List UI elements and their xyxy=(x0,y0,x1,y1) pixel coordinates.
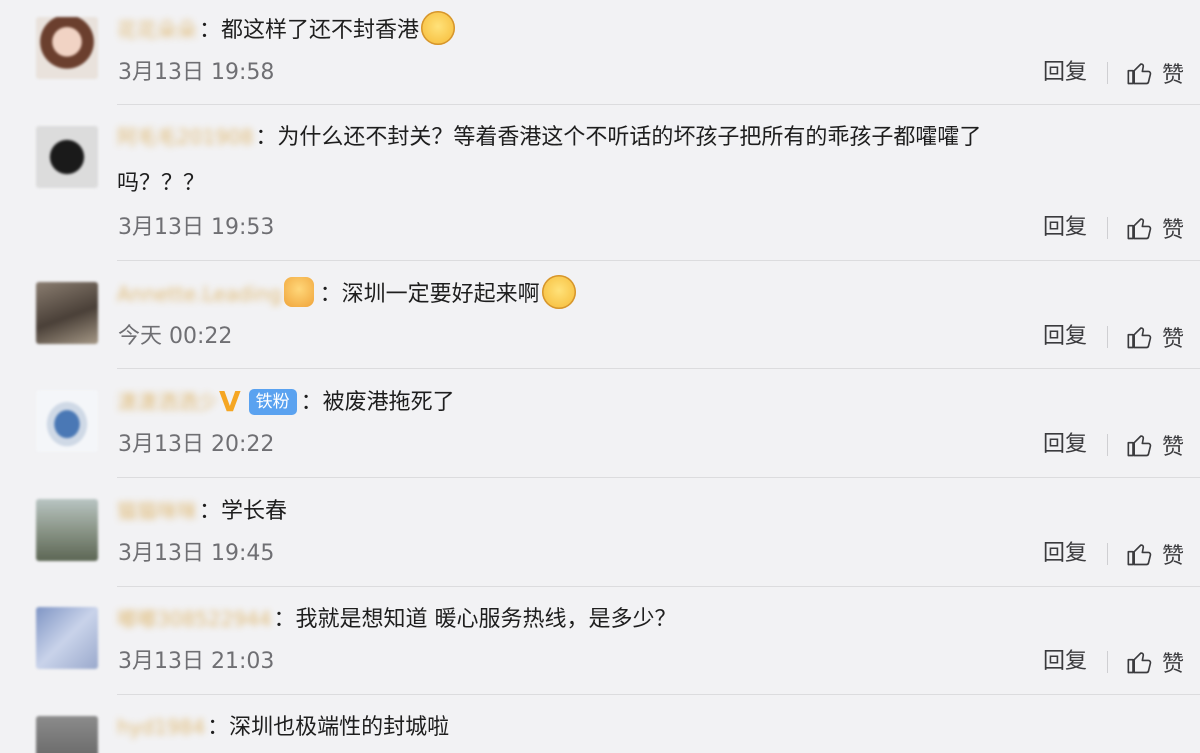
verified-v-icon: V xyxy=(219,385,241,418)
username[interactable]: 阿毛毛201908 xyxy=(117,115,253,159)
reply-button[interactable]: 回复 xyxy=(1043,213,1087,243)
thumbs-up-icon xyxy=(1127,652,1152,674)
comment-text: ：深圳一定要好起来啊 xyxy=(319,282,540,307)
like-label: 赞 xyxy=(1161,652,1184,677)
like-button[interactable]: 赞 xyxy=(1126,429,1184,461)
comment-divider xyxy=(117,368,1200,369)
fan-badge: 铁粉 xyxy=(248,389,297,415)
comment-text: ：深圳也极端性的封城啦 xyxy=(207,715,450,740)
avatar[interactable] xyxy=(36,17,98,79)
username[interactable]: 潇潇洒洒少 xyxy=(117,380,217,424)
action-divider xyxy=(1106,651,1108,673)
username[interactable]: hyd1984 xyxy=(117,705,205,749)
thumbs-up-icon xyxy=(1127,63,1152,85)
comment-text: ：为什么还不封关？等着香港这个不听话的坏孩子把所有的乖孩子都嚯嚯了 xyxy=(255,125,982,150)
avatar[interactable] xyxy=(36,716,98,753)
avatar[interactable] xyxy=(36,499,98,561)
reply-button[interactable]: 回复 xyxy=(1043,647,1087,677)
action-divider xyxy=(1106,62,1108,84)
comment-text: ：我就是想知道 暖心服务热线，是多少？ xyxy=(273,607,677,632)
thumbs-up-icon xyxy=(1127,218,1152,240)
comment-text-line2: 吗？？？ xyxy=(117,171,206,196)
reply-button[interactable]: 回复 xyxy=(1043,430,1087,460)
action-divider xyxy=(1106,217,1108,239)
thumbs-up-icon xyxy=(1127,435,1152,457)
avatar[interactable] xyxy=(36,607,98,669)
comment-content: Annette.Leading ：深圳一定要好起来啊 xyxy=(117,272,1157,317)
comment-divider xyxy=(117,477,1200,478)
reply-button[interactable]: 回复 xyxy=(1043,322,1087,352)
like-button[interactable]: 赞 xyxy=(1126,212,1184,244)
comment-actions: 回复 赞 xyxy=(1043,213,1184,243)
comment-content: 花花朵朵：都这样了还不封香港 xyxy=(117,8,1157,53)
action-divider xyxy=(1106,543,1108,565)
like-label: 赞 xyxy=(1161,435,1184,460)
like-label: 赞 xyxy=(1161,327,1184,352)
comment-content: hyd1984：深圳也极端性的封城啦 xyxy=(117,705,1157,750)
thumbs-up-icon xyxy=(1127,327,1152,349)
timestamp: 3月13日 19:45 xyxy=(118,541,275,566)
comment-actions: 回复 赞 xyxy=(1043,430,1184,460)
comment-actions: 回复 赞 xyxy=(1043,539,1184,569)
username[interactable]: 花花朵朵 xyxy=(117,8,197,52)
comment-divider xyxy=(117,260,1200,261)
username[interactable]: Annette.Leading xyxy=(117,272,282,316)
action-divider xyxy=(1106,326,1108,348)
comment-actions: 回复 赞 xyxy=(1043,322,1184,352)
timestamp: 3月13日 19:53 xyxy=(118,215,275,240)
reply-button[interactable]: 回复 xyxy=(1043,58,1087,88)
timestamp: 3月13日 19:58 xyxy=(118,60,275,85)
username[interactable]: 嘟嘟308522944 xyxy=(117,597,272,641)
avatar[interactable] xyxy=(36,126,98,188)
username[interactable]: 猫猫咪咪 xyxy=(117,489,197,533)
sleepy-face-emoji-icon xyxy=(421,11,456,45)
comment-actions: 回复 赞 xyxy=(1043,647,1184,677)
action-divider xyxy=(1106,434,1108,456)
like-label: 赞 xyxy=(1161,63,1184,88)
avatar[interactable] xyxy=(36,282,98,344)
comment-content: 猫猫咪咪：学长春 xyxy=(117,489,1157,534)
comment-text: ：学长春 xyxy=(199,499,288,524)
comment-text: ：都这样了还不封香港 xyxy=(199,18,420,43)
comment-divider xyxy=(117,104,1200,105)
comment-text: ：被废港拖死了 xyxy=(300,390,455,415)
reply-button[interactable]: 回复 xyxy=(1043,539,1087,569)
like-button[interactable]: 赞 xyxy=(1126,57,1184,89)
timestamp: 3月13日 21:03 xyxy=(118,649,275,674)
comment-content-continued: 吗？？？ xyxy=(117,162,1157,206)
crying-face-emoji-icon xyxy=(541,275,576,309)
comment-divider xyxy=(117,694,1200,695)
like-button[interactable]: 赞 xyxy=(1126,538,1184,570)
comment-actions: 回复 赞 xyxy=(1043,58,1184,88)
comment-content: 潇潇洒洒少V 铁粉 ：被废港拖死了 xyxy=(117,380,1157,425)
timestamp: 3月13日 20:22 xyxy=(118,432,275,457)
comment-content: 阿毛毛201908：为什么还不封关？等着香港这个不听话的坏孩子把所有的乖孩子都嚯… xyxy=(117,115,1157,160)
comment-divider xyxy=(117,586,1200,587)
timestamp: 今天 00:22 xyxy=(118,324,233,349)
like-button[interactable]: 赞 xyxy=(1126,646,1184,678)
like-button[interactable]: 赞 xyxy=(1126,321,1184,353)
comment-feed: 花花朵朵：都这样了还不封香港 3月13日 19:58 回复 赞 阿毛毛20190… xyxy=(0,0,1200,753)
like-label: 赞 xyxy=(1161,218,1184,243)
comment-content: 嘟嘟308522944：我就是想知道 暖心服务热线，是多少？ xyxy=(117,597,1157,642)
heart-badge-icon xyxy=(283,277,314,307)
like-label: 赞 xyxy=(1161,544,1184,569)
thumbs-up-icon xyxy=(1127,544,1152,566)
avatar[interactable] xyxy=(36,390,98,452)
